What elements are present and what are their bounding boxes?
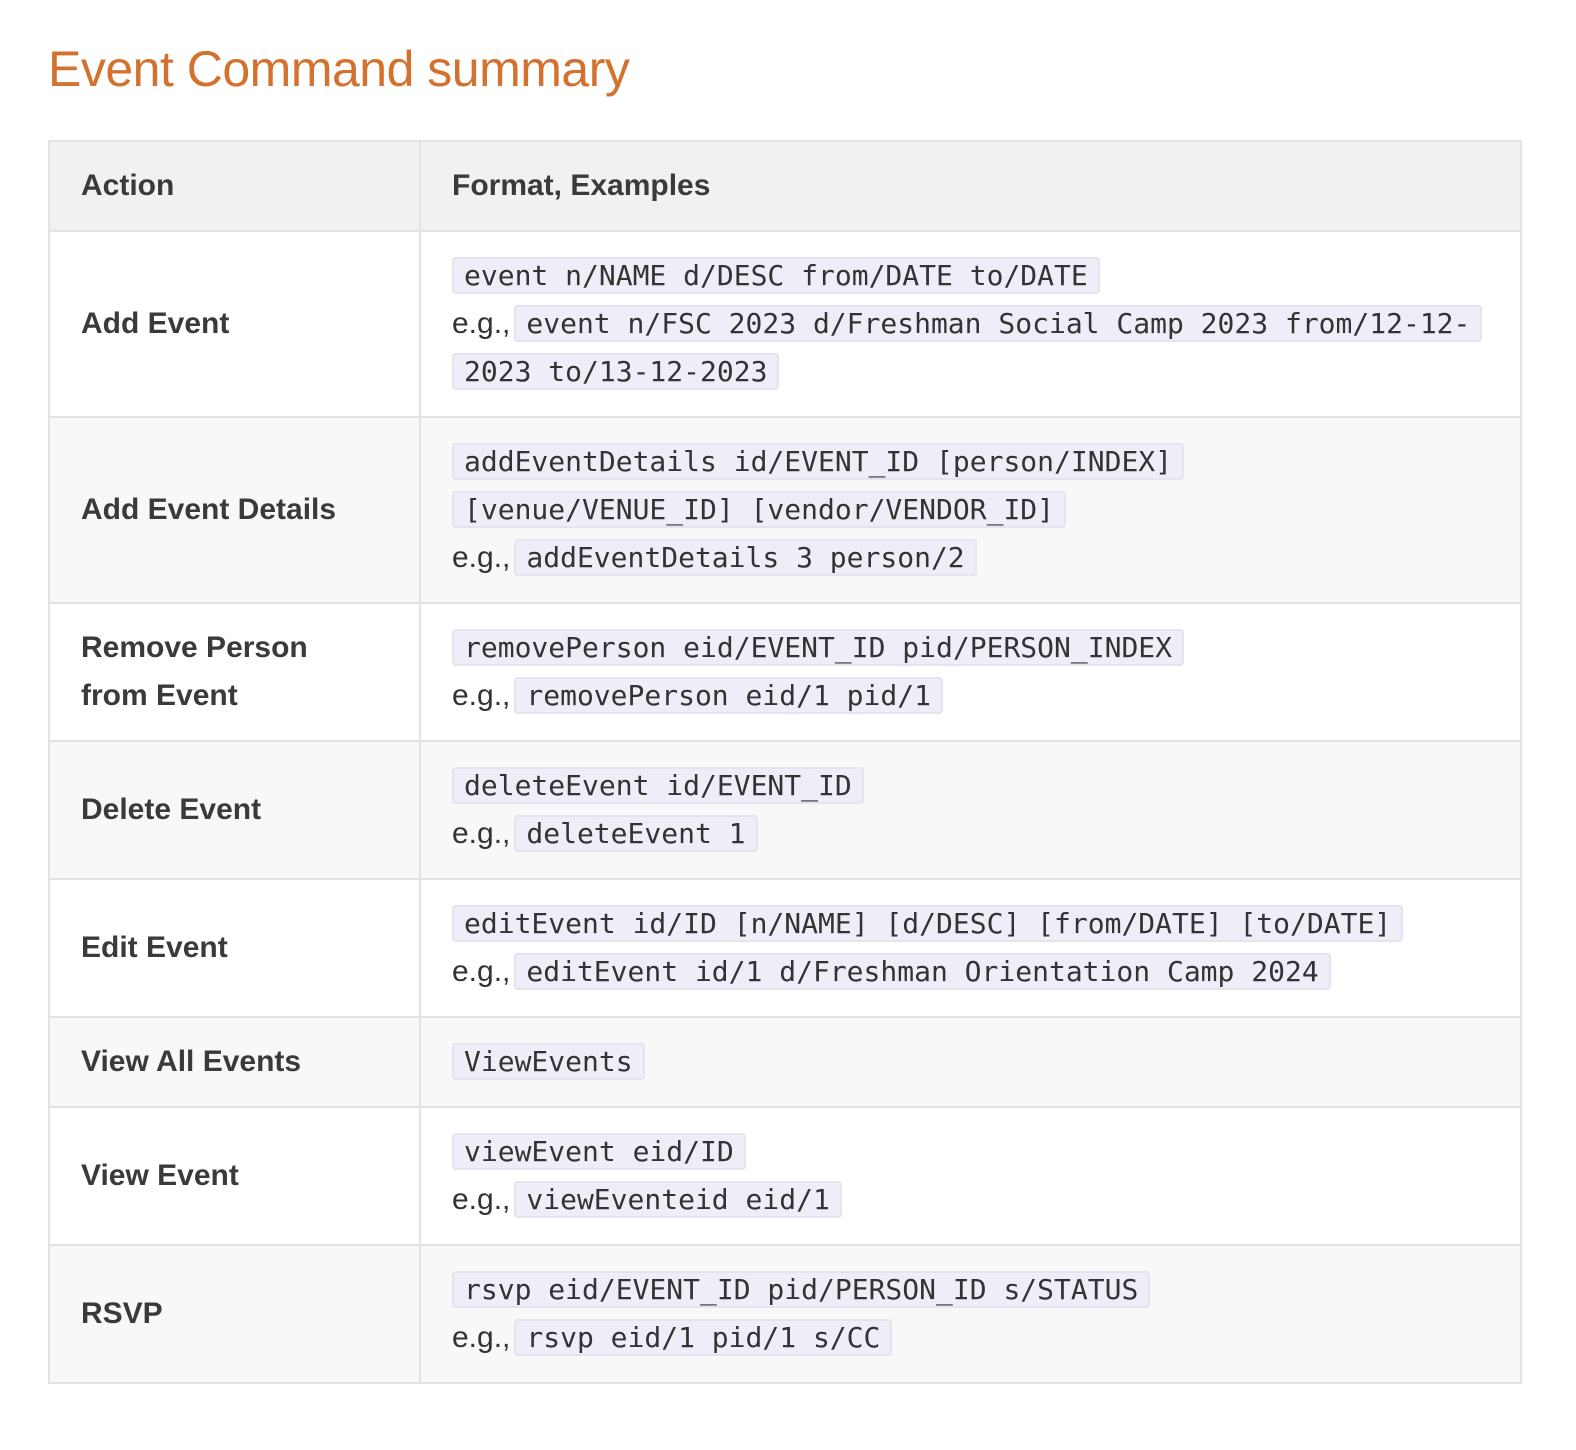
example-code: viewEventeid eid/1	[514, 1181, 842, 1218]
example-code: deleteEvent 1	[514, 815, 758, 852]
example-prefix: e.g.,	[452, 541, 511, 574]
column-header-format: Format, Examples	[419, 140, 1522, 232]
format-code: viewEvent eid/ID	[452, 1133, 746, 1170]
format-code: editEvent id/ID [n/NAME] [d/DESC] [from/…	[452, 905, 1404, 942]
table-row: Edit Event editEvent id/ID [n/NAME] [d/D…	[48, 878, 1522, 1018]
example-prefix: e.g.,	[452, 817, 511, 850]
page: Event Command summary Action Format, Exa…	[0, 0, 1576, 1384]
example-code: event n/FSC 2023 d/Freshman Social Camp …	[452, 305, 1483, 390]
table-header-row: Action Format, Examples	[48, 140, 1522, 232]
format-code: addEventDetails id/EVENT_ID [person/INDE…	[452, 443, 1185, 480]
table-row: RSVP rsvp eid/EVENT_ID pid/PERSON_ID s/S…	[48, 1244, 1522, 1384]
action-cell: Remove Person from Event	[48, 602, 421, 742]
format-cell: ViewEvents	[419, 1016, 1522, 1108]
format-code: event n/NAME d/DESC from/DATE to/DATE	[452, 257, 1100, 294]
page-title: Event Command summary	[48, 41, 630, 97]
table-row: Remove Person from Event removePerson ei…	[48, 602, 1522, 742]
format-code: deleteEvent id/EVENT_ID	[452, 767, 864, 804]
table-row: View All Events ViewEvents	[48, 1016, 1522, 1108]
example-prefix: e.g.,	[452, 955, 511, 988]
format-cell: removePerson eid/EVENT_ID pid/PERSON_IND…	[419, 602, 1522, 742]
example-prefix: e.g.,	[452, 1321, 511, 1354]
format-cell: event n/NAME d/DESC from/DATE to/DATE e.…	[419, 230, 1522, 418]
example-prefix: e.g.,	[452, 307, 511, 340]
format-cell: rsvp eid/EVENT_ID pid/PERSON_ID s/STATUS…	[419, 1244, 1522, 1384]
event-command-table: Action Format, Examples Add Event event …	[48, 140, 1522, 1384]
example-code: rsvp eid/1 pid/1 s/CC	[514, 1319, 893, 1356]
format-code: removePerson eid/EVENT_ID pid/PERSON_IND…	[452, 629, 1185, 666]
action-cell: Edit Event	[48, 878, 421, 1018]
format-cell: viewEvent eid/ID e.g., viewEventeid eid/1	[419, 1106, 1522, 1246]
table-row: Add Event event n/NAME d/DESC from/DATE …	[48, 230, 1522, 418]
table-row: Delete Event deleteEvent id/EVENT_ID e.g…	[48, 740, 1522, 880]
column-header-action: Action	[48, 140, 421, 232]
action-cell: Add Event Details	[48, 416, 421, 604]
example-code: removePerson eid/1 pid/1	[514, 677, 943, 714]
format-cell: addEventDetails id/EVENT_ID [person/INDE…	[419, 416, 1522, 604]
table-row: Add Event Details addEventDetails id/EVE…	[48, 416, 1522, 604]
action-cell: RSVP	[48, 1244, 421, 1384]
action-cell: Add Event	[48, 230, 421, 418]
table-row: View Event viewEvent eid/ID e.g., viewEve…	[48, 1106, 1522, 1246]
action-cell: Delete Event	[48, 740, 421, 880]
example-prefix: e.g.,	[452, 1183, 511, 1216]
format-code: rsvp eid/EVENT_ID pid/PERSON_ID s/STATUS	[452, 1271, 1151, 1308]
format-code: [venue/VENUE_ID] [vendor/VENDOR_ID]	[452, 491, 1067, 528]
format-code: ViewEvents	[452, 1043, 645, 1080]
example-prefix: e.g.,	[452, 679, 511, 712]
format-cell: editEvent id/ID [n/NAME] [d/DESC] [from/…	[419, 878, 1522, 1018]
example-code: editEvent id/1 d/Freshman Orientation Ca…	[514, 953, 1331, 990]
action-cell: View All Events	[48, 1016, 421, 1108]
format-cell: deleteEvent id/EVENT_ID e.g., deleteEvent…	[419, 740, 1522, 880]
action-cell: View Event	[48, 1106, 421, 1246]
example-code: addEventDetails 3 person/2	[514, 539, 977, 576]
